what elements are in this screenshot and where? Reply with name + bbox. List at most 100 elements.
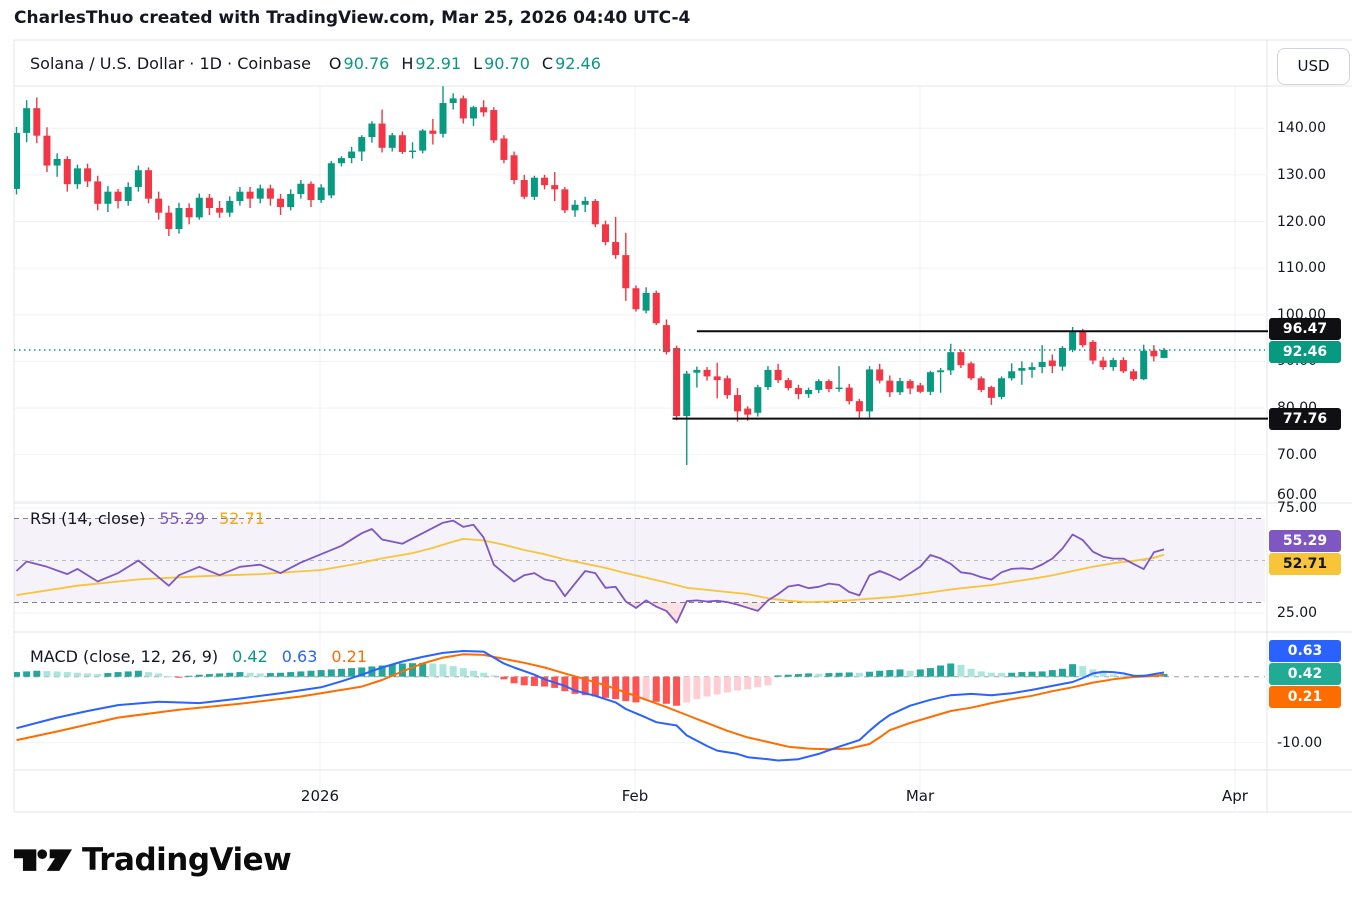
tradingview-logo-text: TradingView	[82, 842, 291, 878]
candle-body	[358, 137, 365, 151]
candle-body	[896, 381, 903, 392]
macd-histogram-bar	[521, 677, 528, 686]
symbol-title[interactable]: Solana / U.S. Dollar · 1D · Coinbase	[30, 54, 311, 73]
macd-histogram-bar	[54, 671, 61, 676]
tradingview-chart-screenshot: CharlesThuo created with TradingView.com…	[0, 0, 1367, 906]
candle-body	[338, 158, 345, 163]
time-axis[interactable]	[14, 770, 1267, 812]
candle-body	[866, 369, 873, 411]
macd-histogram-bar	[145, 672, 152, 677]
candle-body	[307, 184, 314, 200]
price-tick-label: 120.00	[1277, 214, 1357, 230]
candle-body	[988, 387, 995, 398]
macd-line-value: 0.63	[282, 647, 318, 666]
macd-histogram-bar	[917, 669, 924, 676]
macd-histogram-bar	[1039, 671, 1046, 676]
candle-body	[714, 376, 721, 380]
candle-body	[155, 199, 162, 213]
rsi-value: 55.29	[159, 509, 205, 528]
candle-body	[907, 381, 914, 388]
candle-body	[94, 181, 101, 203]
candle-body	[257, 188, 264, 198]
macd-histogram-bar	[734, 677, 741, 691]
macd-histogram-bar	[714, 677, 721, 695]
macd-histogram-bar	[226, 673, 233, 677]
candle-body	[582, 201, 589, 205]
candle-body	[450, 98, 457, 103]
candle-body	[1140, 351, 1147, 379]
candle-body	[216, 208, 223, 213]
macd-histogram-bar	[175, 677, 182, 678]
candle-body	[561, 189, 568, 210]
rsi-tick-label: 25.00	[1277, 605, 1357, 621]
macd-histogram-bar	[480, 673, 487, 677]
candle-body	[775, 370, 782, 380]
macd-histogram-bar	[196, 675, 203, 677]
candle-body	[815, 381, 822, 390]
macd-histogram-bar	[440, 664, 447, 677]
price-tag: 92.46	[1269, 341, 1341, 363]
macd-label[interactable]: MACD (close, 12, 26, 9)	[30, 647, 218, 666]
macd-histogram-bar	[998, 673, 1005, 677]
candle-body	[551, 185, 558, 189]
candle-body	[541, 178, 548, 185]
candle-body	[1120, 360, 1127, 371]
macd-histogram-bar	[856, 673, 863, 677]
candle-body	[1008, 371, 1015, 378]
candle-body	[470, 107, 477, 118]
candle-body	[74, 168, 81, 184]
macd-histogram-bar	[460, 668, 467, 677]
tradingview-logo[interactable]: TradingView	[14, 842, 291, 878]
price-tick-label: 110.00	[1277, 260, 1357, 276]
rsi-label[interactable]: RSI (14, close)	[30, 509, 145, 528]
macd-line	[17, 651, 1165, 761]
macd-histogram-bar	[663, 677, 670, 704]
macd-histogram-bar	[704, 677, 711, 697]
candle-body	[1079, 332, 1086, 345]
macd-histogram-bar	[247, 673, 254, 677]
candle-body	[196, 198, 203, 218]
macd-histogram-bar	[1049, 670, 1056, 677]
macd-histogram-bar	[165, 676, 172, 677]
candle-body	[683, 374, 690, 416]
macd-histogram-bar	[805, 673, 812, 676]
macd-histogram-bar	[886, 670, 893, 677]
candle-body	[1018, 368, 1025, 371]
rsi-tag: 55.29	[1269, 530, 1341, 552]
macd-histogram-bar	[216, 673, 223, 676]
macd-histogram-bar	[907, 671, 914, 677]
macd-histogram-bar	[785, 675, 792, 677]
macd-hist-value: 0.42	[232, 647, 268, 666]
candle-body	[673, 348, 680, 416]
candle-body	[612, 242, 619, 255]
candle-body	[876, 369, 883, 380]
candle-body	[1110, 360, 1117, 367]
macd-histogram-bar	[348, 668, 355, 677]
candle-body	[267, 188, 274, 198]
macd-histogram-bar	[470, 671, 477, 677]
candle-body	[978, 378, 985, 390]
macd-pane	[13, 651, 1265, 761]
currency-button[interactable]: USD	[1277, 48, 1350, 85]
candle-body	[277, 199, 284, 207]
rsi-tick-label: 75.00	[1277, 500, 1357, 516]
macd-histogram-bar	[186, 676, 193, 677]
ohlc-close: C92.46	[542, 54, 613, 73]
candle-body	[490, 110, 497, 140]
macd-histogram-bar	[125, 671, 132, 676]
candle-body	[23, 108, 30, 133]
macd-histogram-bar	[602, 677, 609, 698]
candle-body	[846, 388, 853, 402]
macd-histogram-bar	[318, 670, 325, 677]
candle-body	[572, 205, 579, 211]
macd-histogram-bar	[764, 677, 771, 686]
candle-body	[724, 378, 731, 395]
macd-histogram-bar	[815, 674, 822, 677]
candle-body	[511, 155, 518, 180]
candle-body	[480, 107, 487, 112]
candle-body	[632, 288, 639, 309]
candle-body	[328, 163, 335, 195]
price-tick-label: 130.00	[1277, 167, 1357, 183]
rsi-header: RSI (14, close) 55.29 52.71	[30, 509, 279, 528]
candle-body	[1150, 351, 1157, 357]
